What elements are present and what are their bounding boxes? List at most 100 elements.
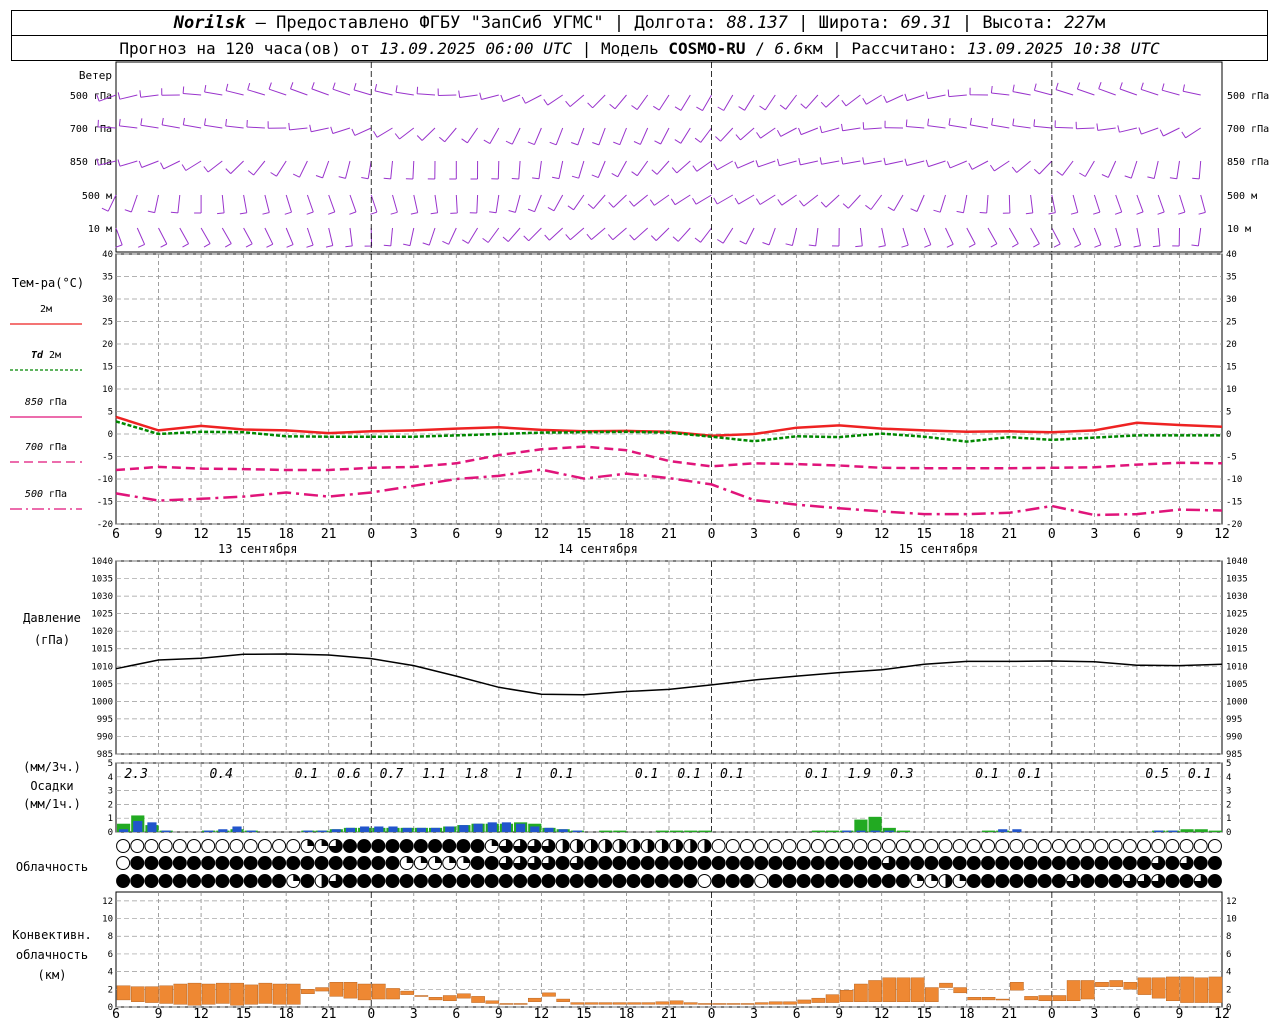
wind-barb (650, 227, 670, 241)
wind-barb (629, 194, 649, 207)
wind-barb (306, 194, 314, 215)
wind-barb (785, 227, 798, 246)
wind-barb (1051, 227, 1061, 248)
precip-bar-blue (998, 829, 1008, 832)
cloud-symbol (1193, 856, 1208, 870)
wind-barb (611, 160, 627, 178)
cloud-symbol (839, 856, 854, 870)
wind-barb (315, 160, 330, 179)
conv-ytick-right: 2 (1226, 985, 1231, 995)
cloud-symbol (172, 839, 187, 853)
wind-barb (1169, 160, 1180, 180)
wind-barb (268, 82, 287, 96)
cloud-symbol (853, 856, 868, 870)
conv-bar (116, 985, 131, 1001)
precip-bar-blue (558, 829, 568, 832)
wind-barb (147, 194, 159, 214)
x-hour-label: 12 (1214, 527, 1230, 542)
precip-3h-label: 0.1 (550, 767, 573, 782)
wind-barb (395, 85, 414, 96)
x-hour-label: 3 (1090, 527, 1098, 542)
conv-bar (754, 1002, 769, 1005)
cloud-symbol (130, 839, 145, 853)
pressure-ytick-left: 1040 (91, 557, 113, 567)
cloud-symbol (782, 839, 797, 853)
wind-barb (1136, 194, 1144, 215)
cloud-symbol-fill (704, 839, 711, 853)
precip-3h-label: 0.5 (1145, 767, 1169, 782)
wind-barb (841, 157, 861, 165)
wind-barb (136, 227, 146, 248)
wind-barb (694, 127, 712, 143)
precip-bar-green (868, 816, 882, 832)
cloud-symbol (598, 874, 613, 888)
wind-barb (204, 118, 223, 129)
temp-ytick-left: 0 (108, 430, 113, 440)
wind-barb (345, 227, 353, 248)
cloud-symbol (626, 856, 641, 870)
x-hour-label: 9 (495, 527, 503, 542)
cloud-symbol (1051, 839, 1066, 853)
conv-ytick-left: 6 (108, 950, 113, 960)
wind-barb (717, 94, 734, 111)
conv-bar (882, 977, 897, 1002)
wind-barb (1033, 83, 1052, 96)
wind-barb (247, 82, 266, 96)
wind-barb (1070, 194, 1079, 215)
cloud-symbol (1051, 856, 1066, 870)
wind-barb (820, 94, 840, 108)
wind-barb (692, 160, 712, 172)
cloud-symbol-fill (647, 839, 655, 853)
conv-bar (528, 997, 542, 1002)
precip-bar-blue (1168, 830, 1178, 832)
cloud-symbol (995, 856, 1010, 870)
precip-bar-blue (530, 826, 540, 832)
x-hour-label-bottom: 0 (1048, 1007, 1056, 1022)
cloud-symbol (754, 839, 769, 853)
wind-barb (1181, 127, 1201, 139)
wind-barb (243, 227, 253, 248)
cloud-symbol (272, 839, 287, 853)
temp-ytick-right: 10 (1226, 385, 1237, 395)
wind-barb (182, 117, 202, 129)
cloud-symbol (1080, 874, 1095, 888)
pressure-ytick-right: 995 (1226, 715, 1242, 725)
conv-bar (1194, 977, 1209, 1003)
wind-barb (1054, 120, 1074, 129)
wind-barb (270, 160, 287, 177)
wind-barb (179, 227, 190, 248)
wind-barb (979, 194, 989, 214)
precip-bar-blue (147, 822, 157, 832)
conv-bar (457, 993, 471, 999)
cloud-symbol (257, 856, 272, 870)
wind-barb (332, 82, 351, 96)
conv-bar (740, 1003, 755, 1005)
wind-barb (1098, 82, 1116, 96)
temp-ytick-right: 15 (1226, 363, 1237, 373)
wind-barb (587, 94, 606, 109)
cloud-symbol (839, 839, 854, 853)
wind-barb (1140, 82, 1159, 96)
precip-bar-blue (884, 830, 894, 832)
cloud-symbol-fill (420, 856, 428, 863)
wind-barb (311, 82, 329, 96)
conv-bar (442, 995, 457, 1002)
cloud-symbol (924, 856, 939, 870)
conv-bar (329, 982, 344, 997)
cloud-symbol (286, 856, 301, 870)
cloud-symbol (739, 874, 754, 888)
conv-bar (513, 1003, 528, 1005)
cloud-symbol (470, 874, 485, 888)
wind-barb (735, 127, 755, 141)
cloud-symbol (144, 839, 159, 853)
temp-ytick-right: -15 (1226, 498, 1242, 508)
conv-bar (386, 988, 400, 1000)
temp-ytick-right: 5 (1226, 408, 1231, 418)
x-hour-label: 6 (1133, 527, 1141, 542)
x-hour-label: 15 (236, 527, 252, 542)
cloud-symbol (810, 839, 825, 853)
wind-barb (430, 194, 439, 215)
wind-barb (383, 227, 393, 247)
wind-barb (470, 160, 479, 180)
pressure-ytick-right: 1020 (1226, 627, 1248, 637)
